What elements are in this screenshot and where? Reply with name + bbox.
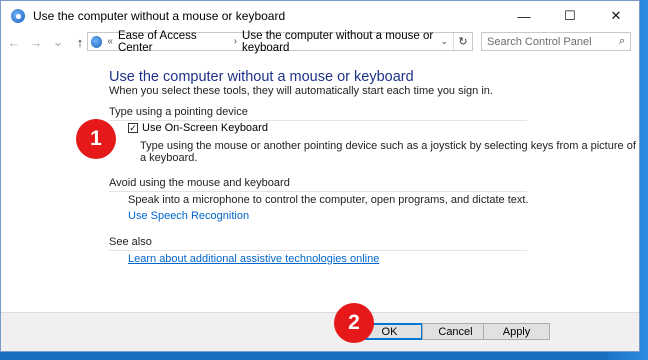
breadcrumb-ease-of-access[interactable]: Ease of Access Center xyxy=(118,30,229,54)
osk-checkbox-row[interactable]: ✓ Use On-Screen Keyboard xyxy=(128,122,268,134)
dialog-footer: OK Cancel Apply xyxy=(1,312,639,351)
breadcrumb-current[interactable]: Use the computer without a mouse or keyb… xyxy=(242,30,472,54)
minimize-button[interactable]: — xyxy=(501,1,547,31)
breadcrumb-separator-icon[interactable]: › xyxy=(234,36,237,47)
step-marker-1: 1 xyxy=(76,119,116,159)
speech-description: Speak into a microphone to control the c… xyxy=(128,194,529,206)
speech-recognition-link[interactable]: Use Speech Recognition xyxy=(128,210,249,222)
close-button[interactable]: ✕ xyxy=(593,1,639,31)
osk-checkbox[interactable]: ✓ xyxy=(128,123,138,133)
step-marker-2: 2 xyxy=(334,303,374,343)
page-title: Use the computer without a mouse or keyb… xyxy=(109,69,414,85)
maximize-button[interactable]: ☐ xyxy=(547,1,593,31)
apply-button[interactable]: Apply xyxy=(483,323,550,340)
refresh-icon[interactable]: ↻ xyxy=(453,33,472,50)
back-arrow-icon[interactable]: ← xyxy=(5,35,23,50)
forward-arrow-icon[interactable]: → xyxy=(27,35,45,50)
section-see-also: See also xyxy=(109,236,527,251)
control-panel-icon xyxy=(91,35,103,48)
main-content: Use the computer without a mouse or keyb… xyxy=(1,57,639,313)
search-input[interactable]: Search Control Panel ⌕ xyxy=(481,32,631,51)
address-row: ← → ⌄ ↑ « Ease of Access Center › Use th… xyxy=(1,30,639,54)
osk-label[interactable]: Use On-Screen Keyboard xyxy=(142,122,268,134)
chevron-down-icon[interactable]: ⌄ xyxy=(440,36,448,47)
search-icon[interactable]: ⌕ xyxy=(619,35,625,48)
recent-locations-icon[interactable]: ⌄ xyxy=(49,34,67,50)
search-placeholder: Search Control Panel xyxy=(487,35,592,48)
section-avoid-mouse-keyboard: Avoid using the mouse and keyboard xyxy=(109,177,527,192)
control-panel-window: Use the computer without a mouse or keyb… xyxy=(0,0,640,352)
osk-description-line2: a keyboard. xyxy=(140,152,198,164)
cancel-button[interactable]: Cancel xyxy=(422,323,489,340)
osk-description-line1: Type using the mouse or another pointing… xyxy=(140,140,636,152)
address-bar[interactable]: « Ease of Access Center › Use the comput… xyxy=(87,30,473,54)
section-pointing-device: Type using a pointing device xyxy=(109,106,527,121)
assistive-technologies-link[interactable]: Learn about additional assistive technol… xyxy=(128,253,379,265)
title-bar: Use the computer without a mouse or keyb… xyxy=(1,1,639,31)
window-controls: — ☐ ✕ xyxy=(501,1,639,31)
breadcrumb-overflow-icon[interactable]: « xyxy=(107,36,113,47)
page-subtitle: When you select these tools, they will a… xyxy=(109,85,493,97)
control-panel-icon xyxy=(11,9,25,23)
window-title: Use the computer without a mouse or keyb… xyxy=(33,9,286,23)
